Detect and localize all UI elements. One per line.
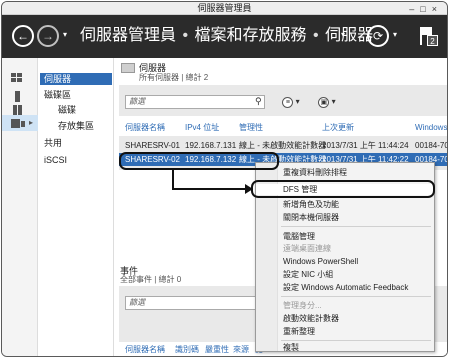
breadcrumb-separator: • — [313, 27, 319, 44]
minimize-button[interactable]: – — [409, 4, 420, 14]
menu-item-add-roles-features[interactable]: 新增角色及功能 — [256, 199, 434, 210]
server-manager-window: 伺服器管理員 –□× ← → ▾ 伺服器管理員 • 檔案和存放服務 • 伺服器 … — [1, 1, 448, 357]
menu-item-start-perf-counters[interactable]: 啟動效能計數器 — [256, 313, 434, 324]
menu-item-remote-desktop: 遠端桌面連線 — [283, 244, 331, 253]
sidebar: 伺服器 磁碟區 磁碟 存放集區 共用 iSCSI — [38, 58, 114, 356]
menu-item-dedup-schedule[interactable]: 重複資料刪除排程 — [256, 167, 434, 178]
ev-col-severity[interactable]: 嚴重性 — [205, 344, 229, 355]
col-manageability[interactable]: 管理性 — [239, 122, 263, 133]
header-bar: ← → ▾ 伺服器管理員 • 檔案和存放服務 • 伺服器 ▾ ⟳ ▾ 2 — [2, 15, 447, 58]
col-windows-activation[interactable]: Windows 啟 — [415, 122, 447, 133]
nav-icon-rail: ▸ — [2, 58, 38, 356]
all-servers-icon[interactable] — [11, 105, 25, 117]
arrow-left-icon: ← — [17, 29, 29, 43]
notification-count: 2 — [427, 35, 438, 46]
table-row[interactable]: SHARESRV-01 192.168.7.131 線上 - 未啟動效能計數器 … — [119, 139, 447, 152]
menu-item-copy[interactable]: 複製 — [256, 342, 434, 353]
menu-item-nic-teaming[interactable]: 設定 NIC 小組 — [256, 269, 434, 280]
menu-item-shutdown-local-server[interactable]: 關閉本機伺服器 — [256, 212, 434, 223]
refresh-dropdown[interactable]: ▾ — [393, 30, 397, 39]
breadcrumb-server-manager[interactable]: 伺服器管理員 — [80, 25, 176, 47]
menu-item-manage-as: 管理身分... — [283, 301, 322, 310]
ev-col-id[interactable]: 識別碼 — [175, 344, 199, 355]
close-button[interactable]: × — [432, 4, 443, 14]
dfs-menu-callout — [251, 180, 435, 198]
notification-flag-icon[interactable]: 2 — [417, 25, 438, 47]
title-bar: 伺服器管理員 –□× — [2, 2, 447, 15]
save-query-button[interactable]: ▣ ▾ — [313, 95, 341, 109]
menu-item-computer-management[interactable]: 電腦管理 — [256, 231, 434, 242]
cell-last-update: 2013/7/31 上午 11:44:24 — [322, 141, 409, 150]
events-filter-input[interactable]: 篩選 — [125, 296, 265, 310]
menu-separator — [281, 226, 431, 227]
back-button[interactable]: ← — [12, 25, 34, 47]
sidebar-item-disks[interactable]: 磁碟 — [40, 104, 112, 116]
save-query-icon: ▣ — [318, 97, 330, 108]
cell-windows-activation: 00184-703 — [415, 141, 447, 150]
col-ipv4[interactable]: IPv4 位址 — [185, 122, 219, 133]
header-tools: ▾ ⟳ ▾ 2 — [327, 25, 438, 47]
list-options-button[interactable]: ≡ ▾ — [277, 95, 305, 109]
history-dropdown[interactable]: ▾ — [63, 30, 67, 39]
sidebar-item-storage-pools[interactable]: 存放集區 — [40, 120, 112, 132]
forward-button[interactable]: → — [37, 25, 59, 47]
col-server-name[interactable]: 伺服器名稱 — [125, 122, 165, 133]
window-title: 伺服器管理員 — [197, 3, 252, 13]
filter-input[interactable]: 篩選 — [125, 95, 265, 109]
ev-col-source[interactable]: 來源 — [233, 344, 249, 355]
breadcrumb-dropdown[interactable]: ▾ — [341, 30, 345, 39]
cell-ipv4: 192.168.7.131 — [185, 141, 237, 150]
menu-separator — [281, 296, 431, 297]
col-last-update[interactable]: 上次更新 — [322, 122, 354, 133]
cell-server-name: SHARESRV-01 — [125, 141, 180, 150]
selected-row-callout — [119, 152, 279, 170]
cell-manageability: 線上 - 未啟動效能計數器 — [239, 141, 327, 150]
menu-separator — [281, 340, 431, 341]
ev-col-server-name[interactable]: 伺服器名稱 — [125, 344, 165, 355]
expand-arrow-icon: ▸ — [29, 118, 34, 127]
breadcrumb-file-storage[interactable]: 檔案和存放服務 — [195, 25, 307, 47]
local-server-icon[interactable] — [11, 91, 25, 103]
refresh-button[interactable]: ⟳ — [367, 25, 389, 47]
sidebar-item-iscsi[interactable]: iSCSI — [40, 154, 112, 166]
sidebar-item-shares[interactable]: 共用 — [40, 137, 112, 149]
servers-section-subtitle: 所有伺服器 | 總計 2 — [139, 73, 209, 82]
menu-item-refresh[interactable]: 重新整理 — [256, 326, 434, 337]
dashboard-icon[interactable] — [11, 73, 25, 85]
menu-item-automatic-feedback[interactable]: 設定 Windows Automatic Feedback — [256, 282, 434, 293]
maximize-button[interactable]: □ — [420, 4, 431, 14]
arrow-right-icon: → — [42, 29, 54, 43]
sidebar-item-volumes[interactable]: 磁碟區 — [40, 89, 112, 101]
events-subtitle: 全部事件 | 總計 0 — [120, 275, 182, 284]
sidebar-item-servers[interactable]: 伺服器 — [40, 73, 112, 85]
table-header: 伺服器名稱 IPv4 位址 管理性 上次更新 Windows 啟 — [119, 116, 447, 136]
search-icon[interactable]: ⚲ — [255, 96, 262, 107]
menu-item-powershell[interactable]: Windows PowerShell — [256, 256, 434, 267]
file-storage-icon[interactable]: ▸ — [11, 118, 33, 130]
refresh-icon: ⟳ — [372, 29, 384, 43]
server-section-icon — [121, 63, 135, 73]
breadcrumb-separator: • — [182, 27, 189, 44]
list-icon: ≡ — [282, 97, 294, 108]
